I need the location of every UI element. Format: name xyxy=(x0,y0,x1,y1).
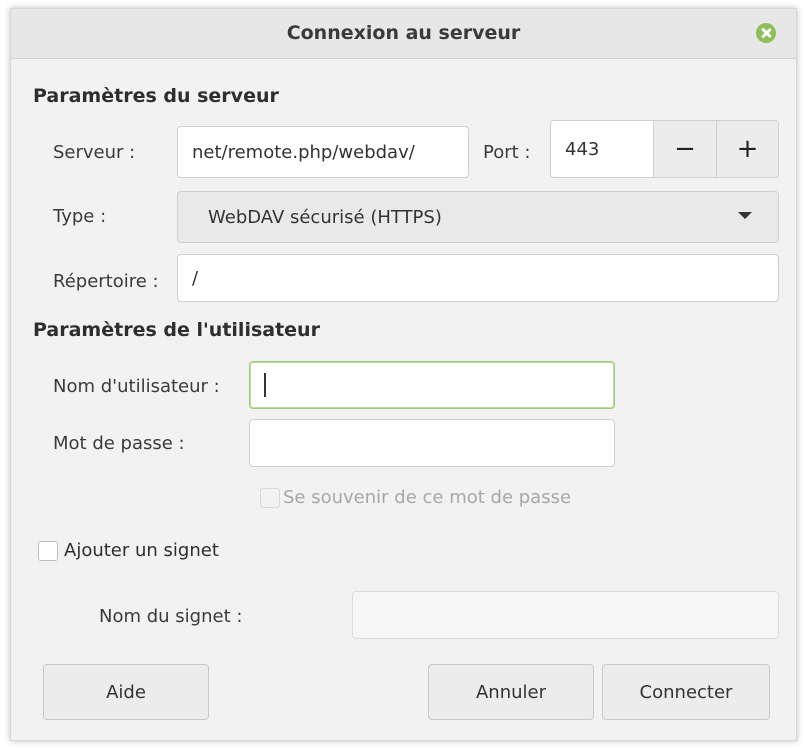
port-decrement-button[interactable]: − xyxy=(653,120,717,178)
directory-value: / xyxy=(192,267,199,289)
type-dropdown[interactable]: WebDAV sécurisé (HTTPS) xyxy=(177,191,779,243)
server-label: Serveur : xyxy=(53,142,136,163)
title-bar: Connexion au serveur xyxy=(11,9,796,59)
port-label: Port : xyxy=(483,142,531,163)
dropdown-arrow-icon xyxy=(738,212,752,219)
connect-button[interactable]: Connecter xyxy=(602,664,770,720)
plus-icon: + xyxy=(736,134,759,164)
port-value: 443 xyxy=(565,138,600,160)
password-label: Mot de passe : xyxy=(53,433,185,454)
cancel-button[interactable]: Annuler xyxy=(428,664,594,720)
type-selected-value: WebDAV sécurisé (HTTPS) xyxy=(208,206,442,228)
minus-icon: − xyxy=(674,134,696,164)
add-bookmark-checkbox[interactable] xyxy=(38,541,58,561)
username-input[interactable] xyxy=(249,361,615,409)
text-cursor xyxy=(264,373,266,397)
port-increment-button[interactable]: + xyxy=(716,120,779,178)
remember-password-checkbox[interactable] xyxy=(260,488,280,508)
connect-to-server-dialog: Connexion au serveur Paramètres du serve… xyxy=(10,8,797,741)
password-input[interactable] xyxy=(249,419,615,467)
cancel-button-label: Annuler xyxy=(475,681,546,703)
type-label: Type : xyxy=(53,206,107,227)
dialog-title: Connexion au serveur xyxy=(286,22,521,44)
server-section-title: Paramètres du serveur xyxy=(33,85,279,107)
port-input[interactable]: 443 xyxy=(550,120,654,178)
user-section-title: Paramètres de l'utilisateur xyxy=(33,319,320,341)
remember-password-label: Se souvenir de ce mot de passe xyxy=(283,487,572,508)
close-icon[interactable] xyxy=(756,23,776,43)
help-button[interactable]: Aide xyxy=(43,664,209,720)
bookmark-name-label: Nom du signet : xyxy=(99,606,243,627)
connect-button-label: Connecter xyxy=(639,681,733,703)
server-input[interactable]: net/remote.php/webdav/ xyxy=(177,126,469,178)
directory-label: Répertoire : xyxy=(53,271,159,292)
directory-input[interactable]: / xyxy=(177,254,779,302)
bookmark-name-input[interactable] xyxy=(352,591,779,639)
username-label: Nom d'utilisateur : xyxy=(53,376,220,397)
help-button-label: Aide xyxy=(106,681,146,703)
server-value: net/remote.php/webdav/ xyxy=(192,141,415,163)
add-bookmark-label: Ajouter un signet xyxy=(64,540,219,561)
